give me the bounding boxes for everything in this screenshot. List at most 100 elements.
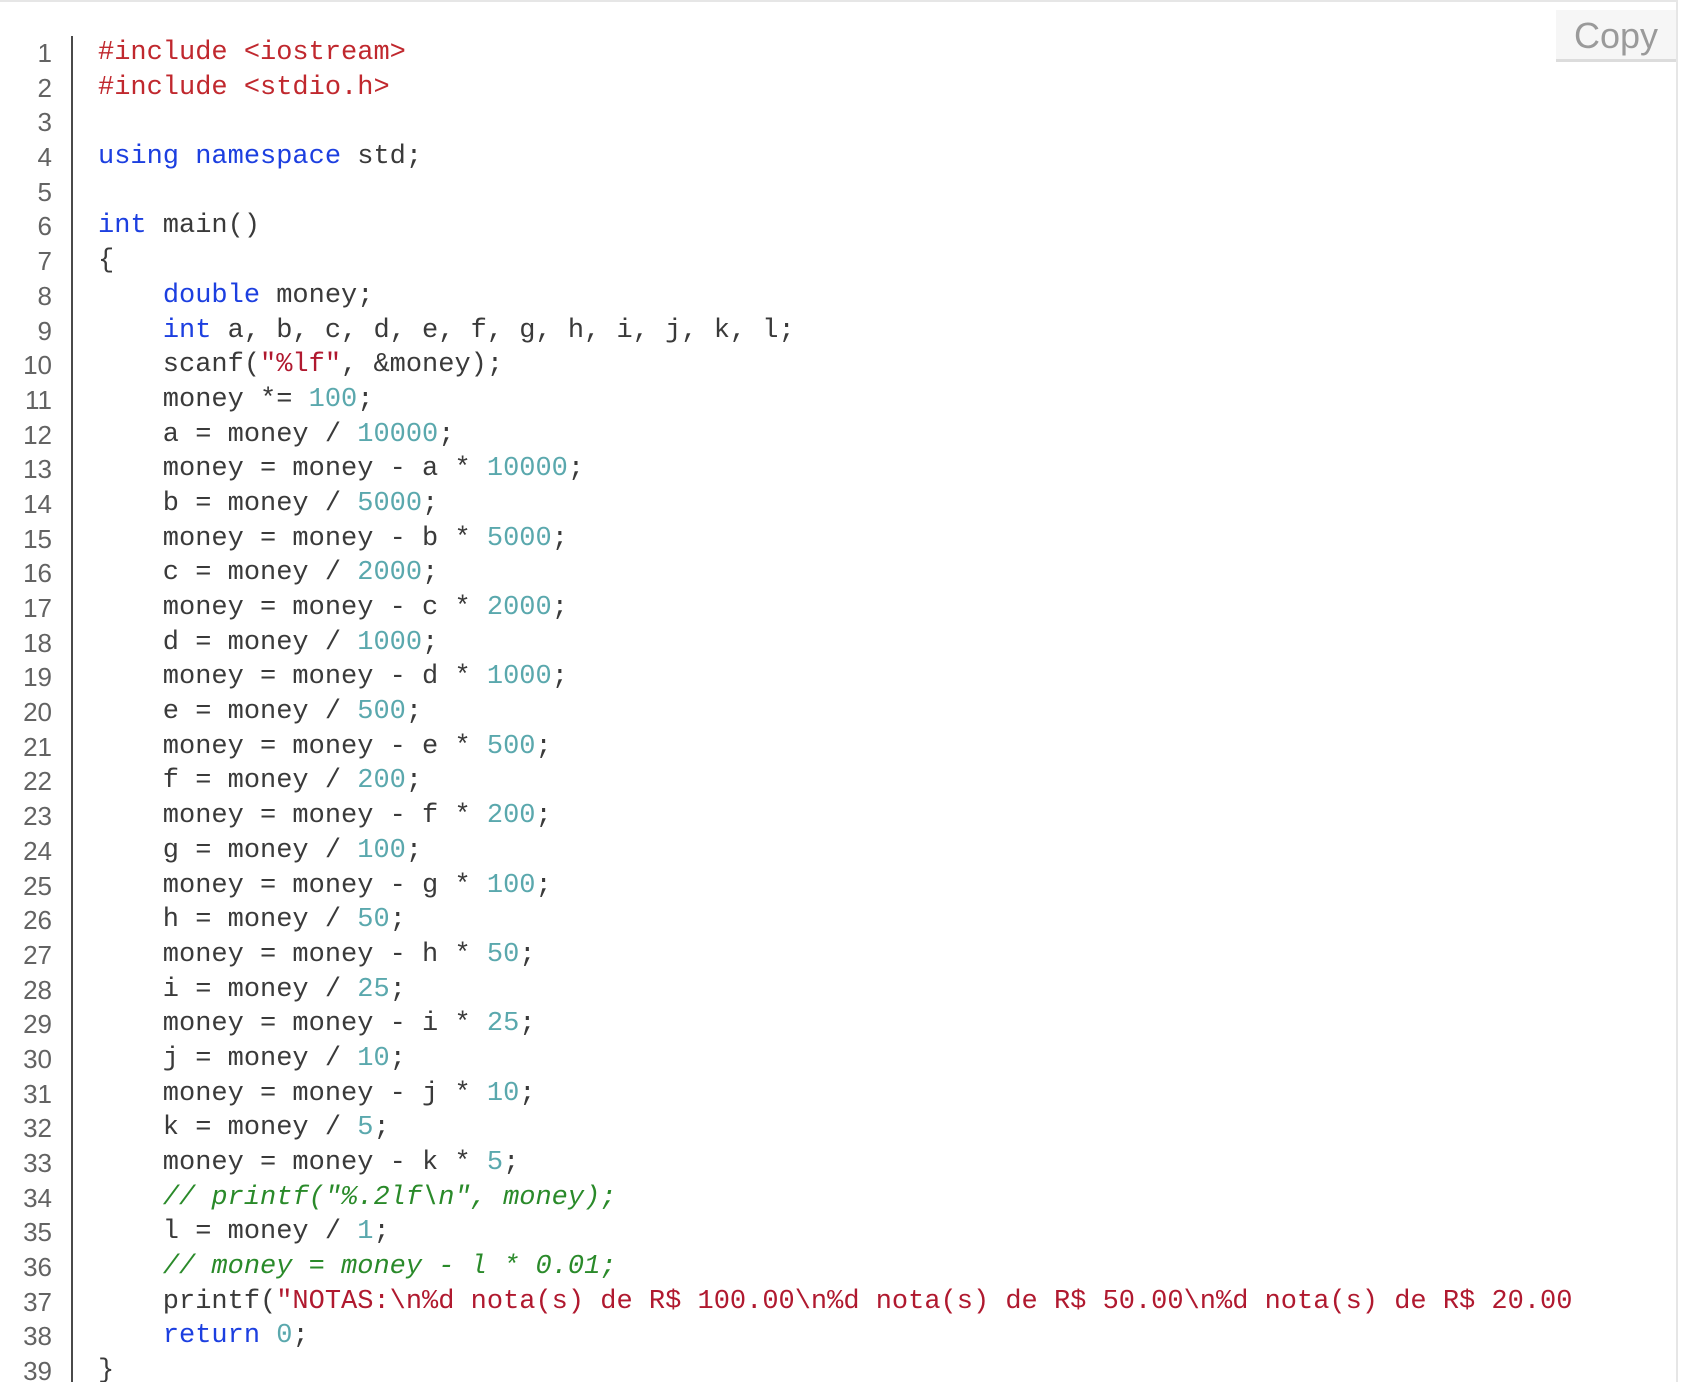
code-text: money = money - f * 200; <box>98 799 552 834</box>
code-token-plain: f = money / <box>98 766 358 797</box>
code-line: 36 // money = money - l * 0.01; <box>0 1250 1676 1285</box>
code-token-number: 2000 <box>357 558 423 589</box>
code-token-keyword: int <box>162 315 212 346</box>
code-token-plain: money = money - j * <box>98 1078 487 1109</box>
code-token-number: 1000 <box>357 627 423 658</box>
code-token-string: "NOTAS:\n%d nota(s) de R$ 100.00\n%d not… <box>276 1286 1573 1317</box>
code-line: 12 a = money / 10000; <box>0 418 1676 453</box>
line-number: 26 <box>23 905 52 936</box>
line-number: 1 <box>37 38 52 68</box>
code-token-plain: a = money / <box>98 419 358 450</box>
code-text: { <box>98 244 114 279</box>
code-token-plain: ; <box>292 1321 309 1352</box>
copy-button[interactable]: Copy <box>1556 10 1676 62</box>
code-token-plain: ; <box>405 835 423 866</box>
code-token-number: 5 <box>486 1148 504 1178</box>
code-token-plain: money *= <box>98 384 309 415</box>
code-token-plain: std; <box>341 142 423 173</box>
code-token-plain: ; <box>389 1043 406 1074</box>
code-token-plain: ; <box>535 801 552 832</box>
line-number: 33 <box>23 1148 52 1178</box>
code-text: int a, b, c, d, e, f, g, h, i, j, k, l; <box>98 314 795 349</box>
line-number: 17 <box>23 593 52 623</box>
code-line: 25 money = money - g * 100; <box>0 869 1676 904</box>
code-token-number: 1 <box>357 1217 374 1248</box>
code-text: double money; <box>98 279 374 314</box>
code-line: 14 b = money / 5000; <box>0 487 1676 522</box>
line-number: 38 <box>23 1321 52 1352</box>
code-token-plain: ; <box>422 488 439 519</box>
code-line: 35 l = money / 1; <box>0 1215 1676 1250</box>
code-line: 6 int main() <box>0 209 1676 244</box>
line-number: 15 <box>23 523 52 554</box>
code-token-number: 10000 <box>486 454 568 485</box>
code-text: d = money / 1000; <box>98 626 438 661</box>
code-line: 1 #include <iostream> <box>0 36 1676 71</box>
code-token-plain: b = money / <box>98 488 358 519</box>
code-token-number: 2000 <box>486 593 552 623</box>
code-line: 7{ <box>0 244 1676 279</box>
code-token-number: 1000 <box>486 662 552 693</box>
code-token-plain: money = money - b * <box>98 523 487 554</box>
code-token-plain: money = money - a * <box>98 454 487 485</box>
code-token-number: 500 <box>357 697 406 728</box>
code-token-number: 5000 <box>486 523 552 554</box>
code-token-plain: e = money / <box>98 697 358 728</box>
code-line: 13 money = money - a * 10000; <box>0 452 1676 487</box>
code-token-keyword: int <box>98 211 147 242</box>
code-text: money = money - a * 10000; <box>98 452 584 487</box>
code-text: i = money / 25; <box>98 973 406 1008</box>
code-token-keyword: double <box>162 280 261 311</box>
line-number: 27 <box>23 939 52 970</box>
line-number: 6 <box>37 211 52 242</box>
code-text: money = money - d * 1000; <box>98 660 568 695</box>
line-number: 9 <box>37 315 52 346</box>
code-token-plain: ; <box>519 939 536 970</box>
line-number: 30 <box>23 1043 52 1074</box>
code-line: 10 scanf("%lf", &money); <box>0 348 1676 383</box>
code-block: Copy 1 #include <iostream> 2 #include <stdi… <box>0 0 1678 1382</box>
line-number: 18 <box>23 627 52 658</box>
code-token-number: 25 <box>357 974 390 1005</box>
line-number: 25 <box>23 870 52 901</box>
code-token-plain: scanf( <box>98 350 261 381</box>
line-number: 34 <box>23 1182 52 1213</box>
code-token-number: 10000 <box>357 419 439 450</box>
code-line: 16 c = money / 2000; <box>0 556 1676 591</box>
code-line: 9 int a, b, c, d, e, f, g, h, i, j, k, l… <box>0 314 1676 349</box>
code-token-plain: ; <box>551 523 568 554</box>
line-number: 31 <box>23 1078 52 1109</box>
code-token-preproc: #include <stdio.h> <box>98 72 390 103</box>
code-line: 2 #include <stdio.h> <box>0 71 1676 106</box>
line-number: 3 <box>37 107 52 138</box>
code-text: a = money / 10000; <box>98 418 455 453</box>
code-token-plain: ; <box>373 1113 390 1144</box>
line-number: 11 <box>25 384 52 415</box>
line-number: 16 <box>23 558 52 589</box>
code-token-number: 10 <box>357 1043 390 1074</box>
code-token-plain: money; <box>260 280 374 311</box>
code-token-plain: ; <box>405 697 423 728</box>
code-line: 30 j = money / 10; <box>0 1042 1676 1077</box>
code-text: j = money / 10; <box>98 1042 406 1077</box>
line-number: 23 <box>23 801 52 832</box>
code-text: money = money - e * 500; <box>98 730 552 765</box>
code-lines: 1 #include <iostream> 2 #include <stdio.h> 3… <box>0 36 1676 1382</box>
code-text: printf("NOTAS:\n%d nota(s) de R$ 100.00\… <box>98 1285 1573 1320</box>
code-text: e = money / 500; <box>98 695 422 730</box>
line-number: 4 <box>37 142 52 173</box>
line-number: 14 <box>23 488 52 519</box>
code-text: l = money / 1; <box>98 1215 390 1250</box>
code-token-number: 100 <box>486 870 536 901</box>
code-token-plain: printf( <box>98 1286 277 1317</box>
code-token-plain: ; <box>422 627 439 658</box>
code-line: 3 <box>0 105 1676 140</box>
code-token-plain: , &money); <box>341 350 504 381</box>
code-text: int main() <box>98 209 260 244</box>
line-number: 2 <box>37 72 52 103</box>
code-token-plain: ; <box>405 766 423 797</box>
code-line: 31 money = money - j * 10; <box>0 1077 1676 1112</box>
